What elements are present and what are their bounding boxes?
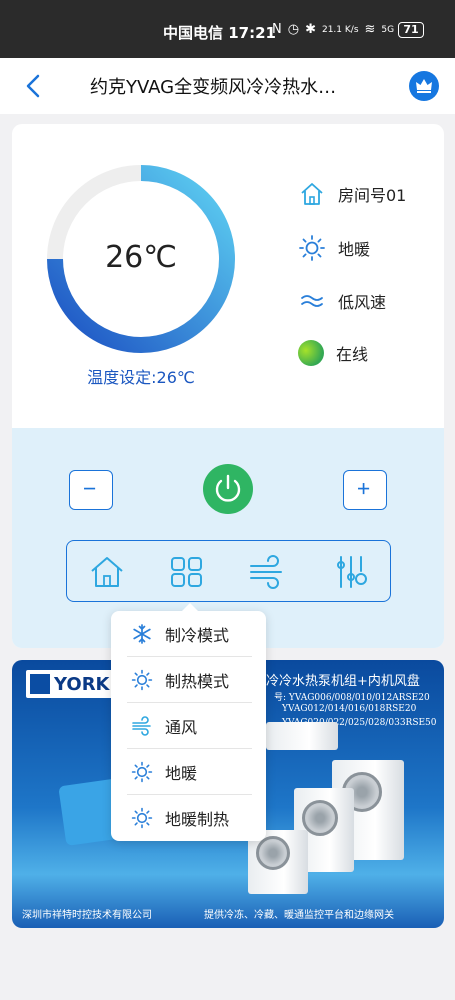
menu-item-label: 制热模式 <box>165 672 230 691</box>
increase-temperature-button[interactable] <box>343 470 387 510</box>
banner-title: 冷冷水热泵机组+内机风盘 <box>266 674 420 689</box>
banner-slogan: 提供冷冻、冷藏、暖通监控平台和边缘网关 <box>204 910 394 921</box>
menu-item-cooling[interactable]: 制冷模式 <box>111 611 266 657</box>
carrier-time: 中国电信 17:21 <box>163 24 276 42</box>
mode-dropdown-menu: 制冷模式 制热模式 通风 地暖 地暖制热 <box>111 603 266 841</box>
signal-label: 5G <box>381 24 395 35</box>
alarm-icon: ◷ <box>287 22 300 37</box>
wifi-icon: ≋ <box>364 22 376 37</box>
grid-icon[interactable] <box>166 553 206 591</box>
bluetooth-icon: ✱ <box>305 22 316 37</box>
function-tab-bar <box>66 540 391 602</box>
mode-label: 地暖 <box>338 240 371 259</box>
sliders-icon[interactable] <box>331 553 371 591</box>
network-speed: 21.1 K/s <box>321 24 359 35</box>
temperature-setting: 温度设定:26℃ <box>87 368 195 387</box>
room-label: 房间号01 <box>338 186 407 205</box>
home-icon <box>301 183 323 205</box>
fan-speed-label: 低风速 <box>338 293 387 312</box>
wind-icon[interactable] <box>247 553 287 591</box>
sun-icon <box>299 235 325 261</box>
power-button[interactable] <box>203 464 253 514</box>
banner-model-line: YVAG012/014/016/018RSE20 <box>282 704 417 714</box>
wind-icon <box>132 716 151 736</box>
brand-label: YORK <box>54 673 110 695</box>
info-room: 房间号01 <box>298 180 406 208</box>
back-chevron-icon[interactable] <box>22 72 46 100</box>
menu-item-ventilation[interactable]: 通风 <box>111 703 266 749</box>
banner-model-line: 号: YVAG006/008/010/012ARSE20 <box>274 693 430 703</box>
menu-item-floor-heating[interactable]: 地暖 <box>111 749 266 795</box>
page-title: 约克YVAG全变频风冷冷热水… <box>90 77 337 98</box>
menu-item-label: 地暖制热 <box>165 810 230 829</box>
sun-icon <box>131 807 153 829</box>
status-label: 在线 <box>336 345 369 364</box>
duct-unit-image <box>266 722 338 750</box>
wave-icon <box>301 295 323 307</box>
current-temperature: 26℃ <box>105 240 177 275</box>
crown-icon[interactable] <box>409 71 439 101</box>
banner-company: 深圳市祥特时控技术有限公司 <box>22 910 152 921</box>
menu-item-label: 地暖 <box>165 764 198 783</box>
power-icon <box>215 474 241 502</box>
menu-item-heating[interactable]: 制热模式 <box>111 657 266 703</box>
york-logo: YORK <box>26 670 121 698</box>
home-icon[interactable] <box>87 553 127 591</box>
sun-icon <box>131 761 153 783</box>
menu-item-label: 制冷模式 <box>165 626 230 645</box>
fan-image <box>256 836 290 870</box>
status-bar: 中国电信 17:21 N ◷ ✱ 21.1 K/s ≋ 5G 71 <box>0 0 455 58</box>
nfc-icon: N <box>272 22 282 37</box>
info-fan-speed: 低风速 <box>298 287 386 315</box>
snowflake-icon <box>133 624 151 644</box>
info-mode: 地暖 <box>298 234 370 262</box>
menu-item-label: 通风 <box>165 718 198 737</box>
online-status-dot <box>298 340 324 366</box>
thermostat-card: 26℃ 温度设定:26℃ 房间号01 地暖 低风速 在线 <box>12 124 444 648</box>
status-icons: N ◷ ✱ 21.1 K/s ≋ 5G <box>272 22 394 37</box>
menu-item-floor-heating-mode[interactable]: 地暖制热 <box>111 795 266 841</box>
battery-indicator: 71 <box>398 22 424 38</box>
info-status: 在线 <box>298 340 368 366</box>
sun-icon <box>131 669 153 691</box>
decrease-temperature-button[interactable] <box>69 470 113 510</box>
york-snowflake-mark <box>30 674 50 694</box>
app-header: 约克YVAG全变频风冷冷热水… <box>0 58 455 114</box>
